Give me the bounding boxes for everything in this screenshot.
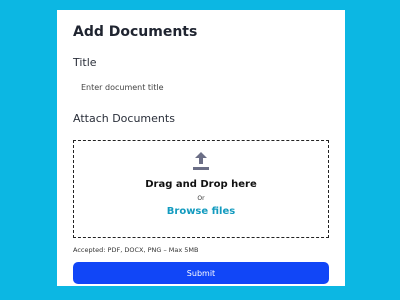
- drag-drop-text: Drag and Drop here: [145, 179, 257, 190]
- add-documents-card: Add Documents Title Attach Documents Dra…: [57, 10, 345, 286]
- upload-icon: [192, 151, 210, 171]
- file-dropzone[interactable]: Drag and Drop here Or Browse files: [73, 140, 329, 238]
- submit-button[interactable]: Submit: [73, 262, 329, 284]
- document-title-input[interactable]: [73, 74, 329, 100]
- title-label: Title: [73, 56, 97, 69]
- accepted-formats-note: Accepted: PDF, DOCX, PNG – Max 5MB: [73, 246, 199, 254]
- browse-files-link[interactable]: Browse files: [74, 206, 328, 217]
- attach-documents-label: Attach Documents: [73, 112, 175, 125]
- or-text: Or: [197, 195, 205, 202]
- page-title: Add Documents: [73, 24, 198, 40]
